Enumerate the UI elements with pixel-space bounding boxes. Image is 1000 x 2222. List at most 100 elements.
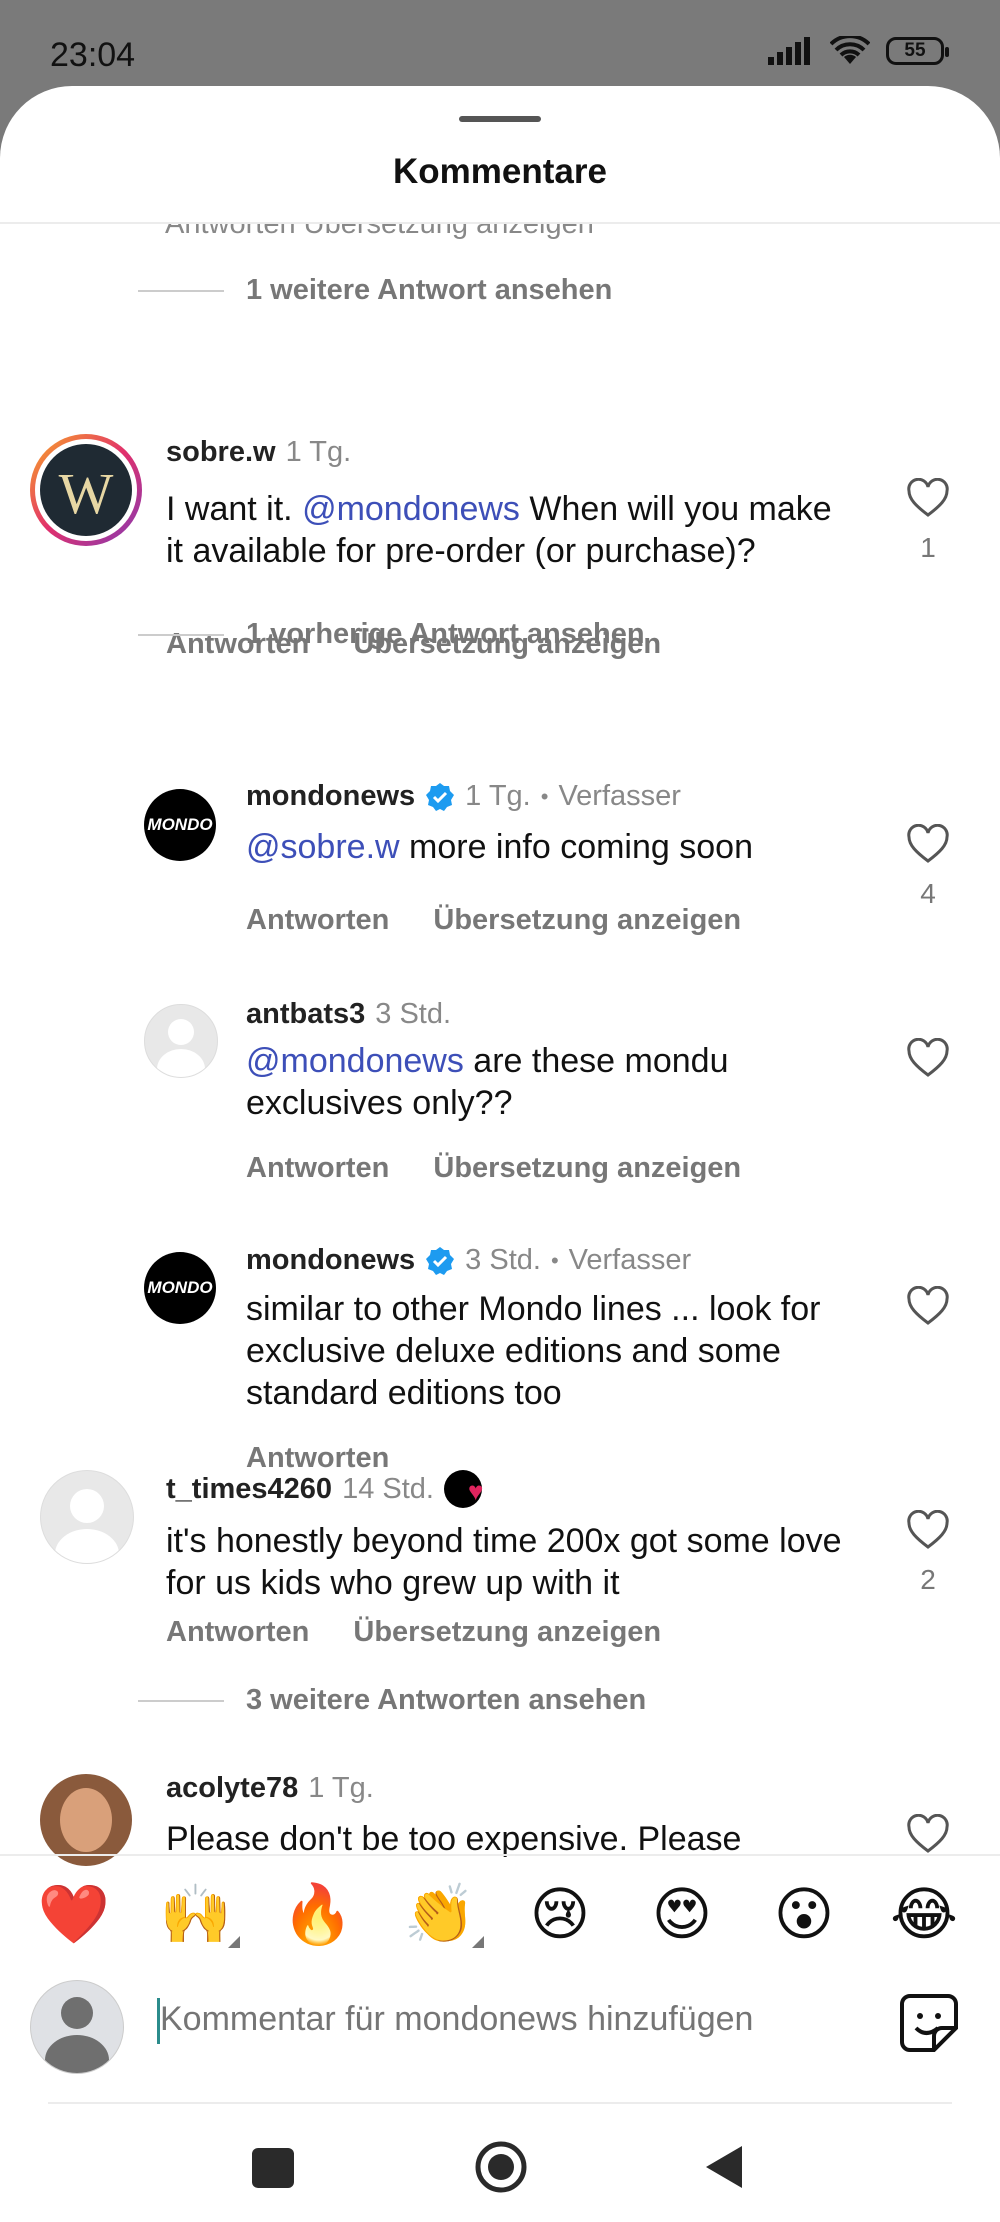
timestamp: 3 Std.: [465, 1244, 541, 1276]
heart-icon[interactable]: [906, 1286, 950, 1326]
translate-button[interactable]: Übersetzung anzeigen: [433, 1152, 741, 1185]
heart-icon[interactable]: [906, 1038, 950, 1078]
emoji-divider: [0, 1854, 1000, 1856]
comment-text: @mondonews are these mondu exclusives on…: [246, 1040, 846, 1124]
status-icons: 55: [768, 36, 949, 66]
signal-icon: [768, 37, 810, 65]
comment-header: antbats3 3 Std.: [246, 998, 451, 1031]
comment-input[interactable]: [160, 2000, 850, 2039]
view-more-label: 3 weitere Antworten ansehen: [246, 1684, 647, 1716]
reply-button[interactable]: Antworten: [246, 1152, 389, 1185]
recent-apps-button[interactable]: [252, 2148, 294, 2188]
status-bar: 23:04 55: [0, 0, 1000, 90]
heart-icon[interactable]: [906, 1814, 950, 1854]
username[interactable]: t_times4260: [166, 1473, 332, 1506]
view-more-replies[interactable]: 1 weitere Antwort ansehen: [138, 274, 612, 307]
comment-text: it's honestly beyond time 200x got some …: [166, 1522, 842, 1602]
like-count: 2: [920, 1564, 936, 1595]
sheet-title: Kommentare: [393, 152, 607, 191]
avatar-antbats3[interactable]: [144, 1004, 218, 1078]
comment-header: sobre.w 1 Tg.: [166, 436, 351, 469]
emoji-raised-hands-button[interactable]: 🙌: [156, 1880, 236, 1950]
author-label: Verfasser: [568, 1244, 692, 1276]
heart-filled-icon: ♥: [467, 1476, 484, 1506]
emoji-cry-button[interactable]: 😢: [520, 1880, 600, 1950]
mention-link[interactable]: @mondonews: [302, 490, 520, 528]
timestamp: 3 Std.: [375, 998, 452, 1030]
comment-actions: Antworten Übersetzung anzeigen: [246, 904, 741, 937]
comment-text: @sobre.w more info coming soon: [246, 826, 846, 868]
comment-text-part: I want it.: [166, 490, 303, 528]
comment-composer: [0, 1980, 1000, 2100]
comment-text: I want it. @mondonews When will you make…: [166, 488, 846, 572]
verified-badge-icon: [426, 782, 455, 811]
comment-text: similar to other Mondo lines ... look fo…: [246, 1290, 821, 1412]
partially-hidden-actions: Antworten Übersetzung anzeigen: [165, 224, 594, 240]
home-button[interactable]: [474, 2140, 528, 2194]
comment-header: t_times4260 14 Std. ♥: [166, 1470, 494, 1508]
timestamp: 1 Tg.: [308, 1772, 374, 1804]
reply-button[interactable]: Antworten: [166, 1616, 309, 1649]
skin-tone-indicator: [228, 1936, 240, 1948]
battery-icon: 55: [886, 37, 949, 65]
view-previous-replies[interactable]: 1 vorherige Antwort ansehen: [138, 618, 645, 651]
author-label: Verfasser: [558, 780, 681, 812]
status-time: 23:04: [50, 36, 136, 74]
heart-icon[interactable]: [906, 478, 950, 518]
like-count: 1: [920, 532, 936, 563]
view-more-replies[interactable]: 3 weitere Antworten ansehen: [138, 1684, 646, 1717]
wifi-icon: [830, 36, 870, 64]
drag-handle[interactable]: [459, 116, 541, 122]
my-avatar: [30, 1980, 124, 2074]
separator-dot: •: [550, 1247, 559, 1273]
translate-button[interactable]: Übersetzung anzeigen: [353, 1616, 661, 1649]
comment-actions: Antworten Übersetzung anzeigen: [246, 1152, 741, 1185]
username[interactable]: sobre.w: [166, 436, 276, 469]
username[interactable]: mondonews: [246, 780, 415, 813]
avatar-t-times4260[interactable]: [40, 1470, 134, 1564]
system-nav-bar: [0, 2120, 1000, 2220]
comment-header: mondonews 1 Tg. • Verfasser: [246, 780, 681, 813]
avatar-sobre-w[interactable]: W: [30, 434, 142, 546]
composer-divider: [48, 2102, 952, 2104]
username[interactable]: acolyte78: [166, 1772, 298, 1805]
timestamp: 14 Std.: [342, 1472, 434, 1505]
view-more-label: 1 weitere Antwort ansehen: [246, 274, 613, 306]
back-button[interactable]: [704, 2144, 744, 2190]
emoji-heart-eyes-button[interactable]: 😍: [642, 1880, 722, 1950]
emoji-fire-button[interactable]: 🔥: [278, 1880, 358, 1950]
comment-actions: Antworten Übersetzung anzeigen: [166, 1616, 661, 1649]
heart-icon[interactable]: [906, 1510, 950, 1550]
heart-icon[interactable]: [906, 824, 950, 864]
comment-text-part: more info coming soon: [399, 828, 753, 866]
view-previous-label: 1 vorherige Antwort ansehen: [246, 618, 645, 650]
emoji-heart-button[interactable]: ❤️: [34, 1880, 114, 1950]
timestamp: 1 Tg.: [465, 780, 531, 812]
creator-liked-badge: ♥: [443, 1470, 494, 1508]
emoji-clap-button[interactable]: 👏: [400, 1880, 480, 1950]
thread-line: [138, 1699, 224, 1702]
username[interactable]: antbats3: [246, 998, 365, 1031]
emoji-surprised-button[interactable]: 😮: [764, 1880, 844, 1950]
mention-link[interactable]: @sobre.w: [246, 828, 400, 866]
skin-tone-indicator: [472, 1936, 484, 1948]
avatar-acolyte78[interactable]: [40, 1774, 132, 1866]
emoji-reaction-bar: ❤️ 🙌 🔥 👏 😢 😍 😮 😂: [0, 1880, 1000, 1960]
timestamp: 1 Tg.: [285, 436, 352, 468]
comments-list[interactable]: Antworten Übersetzung anzeigen 1 weitere…: [0, 224, 1000, 1940]
comment-header: acolyte78 1 Tg.: [166, 1772, 374, 1805]
thread-line: [138, 289, 224, 292]
thread-line: [138, 633, 224, 636]
reply-button[interactable]: Antworten: [246, 904, 389, 937]
like-count: 4: [920, 878, 936, 909]
translate-button[interactable]: Übersetzung anzeigen: [433, 904, 741, 937]
verified-badge-icon: [426, 1246, 455, 1275]
username[interactable]: mondonews: [246, 1244, 415, 1277]
avatar-mondonews[interactable]: MONDO: [144, 1252, 216, 1324]
emoji-laughing-button[interactable]: 😂: [884, 1880, 964, 1950]
comment-header: mondonews 3 Std. • Verfasser: [246, 1244, 691, 1277]
mention-link[interactable]: @mondonews: [246, 1042, 464, 1080]
avatar-mondonews[interactable]: MONDO: [144, 789, 216, 861]
sticker-icon[interactable]: [898, 1992, 960, 2054]
separator-dot: •: [540, 783, 549, 809]
